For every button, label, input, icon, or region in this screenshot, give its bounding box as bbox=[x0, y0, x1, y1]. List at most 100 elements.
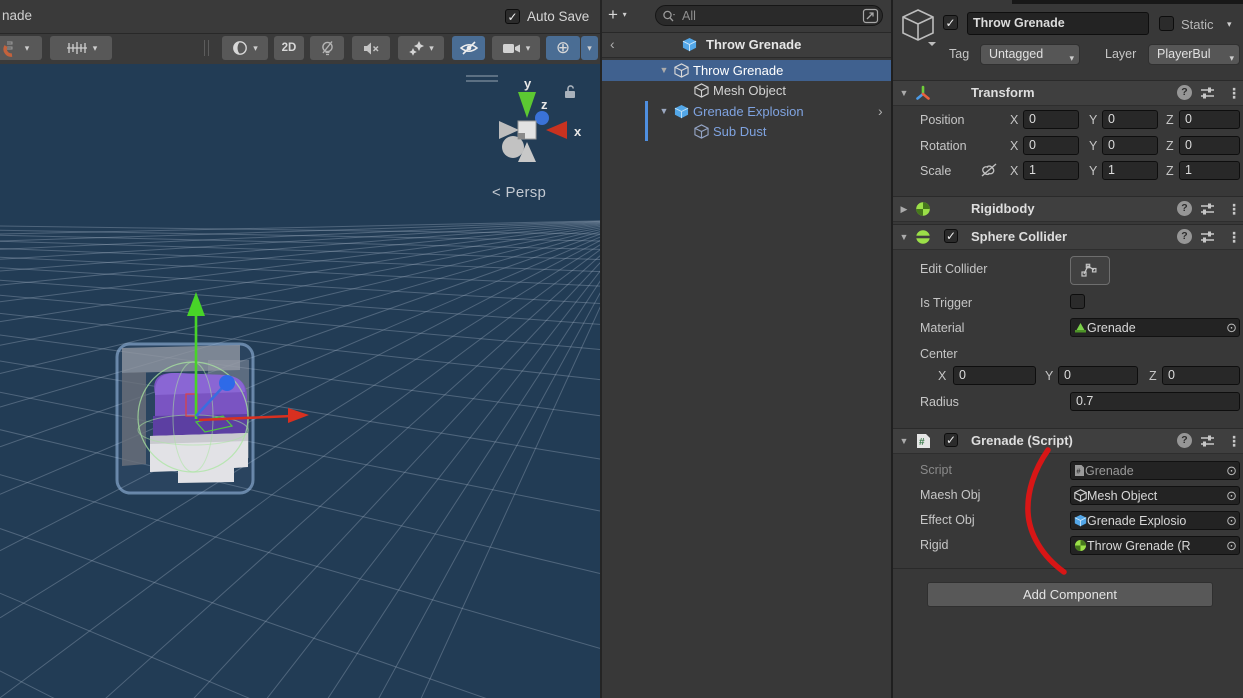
layer-dropdown[interactable]: PlayerBul ▾ bbox=[1148, 44, 1240, 65]
hierarchy-row-sub-dust[interactable]: Sub Dust bbox=[602, 122, 891, 143]
edit-collider-icon bbox=[1081, 262, 1099, 278]
center-y-field[interactable]: 0 bbox=[1058, 366, 1138, 385]
hierarchy-row-throw-grenade[interactable]: ▼ Throw Grenade bbox=[602, 60, 891, 81]
rotation-y-field[interactable]: 0 bbox=[1102, 136, 1158, 155]
axis-z-sphere[interactable] bbox=[535, 111, 549, 125]
edit-collider-button[interactable] bbox=[1070, 256, 1110, 285]
foldout-open-icon[interactable]: ▼ bbox=[898, 436, 910, 446]
audio-toggle-button[interactable] bbox=[352, 36, 390, 60]
rotation-z-field[interactable]: 0 bbox=[1179, 136, 1240, 155]
link-broken-icon[interactable] bbox=[980, 162, 998, 178]
foldout-open-icon[interactable]: ▼ bbox=[898, 88, 910, 98]
material-object-field[interactable]: Grenade ⊙ bbox=[1070, 318, 1240, 337]
scale-y-field[interactable]: 1 bbox=[1102, 161, 1158, 180]
help-icon[interactable]: ? bbox=[1177, 85, 1192, 100]
presets-icon[interactable] bbox=[1200, 434, 1215, 448]
static-dropdown-icon[interactable]: ▾ bbox=[1227, 19, 1232, 30]
center-x-field[interactable]: 0 bbox=[953, 366, 1036, 385]
rigidbody-header[interactable]: ▶ Rigidbody ? ⋮ bbox=[893, 196, 1243, 222]
gizmos-dropdown-button[interactable]: ▾ bbox=[581, 36, 598, 60]
hierarchy-row-grenade-explosion[interactable]: ▼ Grenade Explosion › bbox=[602, 101, 891, 122]
overlay-handle-icon[interactable] bbox=[466, 75, 498, 77]
grid-snapping-button[interactable]: ▾ bbox=[50, 36, 112, 60]
foldout-open-icon[interactable]: ▼ bbox=[658, 65, 670, 75]
radius-field[interactable]: 0.7 bbox=[1070, 392, 1240, 411]
gizmos-toggle-button[interactable]: ⊕ bbox=[546, 36, 580, 60]
2d-toggle-button[interactable]: 2D bbox=[274, 36, 304, 60]
z-axis-label: Z bbox=[1149, 369, 1157, 383]
object-name-field[interactable]: Throw Grenade bbox=[967, 12, 1149, 35]
prefab-back-button[interactable]: ‹ bbox=[610, 36, 615, 52]
maesh-obj-field[interactable]: Mesh Object ⊙ bbox=[1070, 486, 1240, 505]
help-icon[interactable]: ? bbox=[1177, 201, 1192, 216]
help-icon[interactable]: ? bbox=[1177, 433, 1192, 448]
position-x-field[interactable]: 0 bbox=[1023, 110, 1079, 129]
axis-x-cone[interactable] bbox=[546, 121, 567, 139]
kebab-menu-icon[interactable]: ⋮ bbox=[1227, 433, 1241, 450]
hierarchy-item-label[interactable]: Throw Grenade bbox=[693, 63, 783, 78]
static-checkbox[interactable] bbox=[1159, 16, 1174, 31]
presets-icon[interactable] bbox=[1200, 202, 1215, 216]
center-z-field[interactable]: 0 bbox=[1162, 366, 1240, 385]
scale-x-field[interactable]: 1 bbox=[1023, 161, 1079, 180]
open-new-window-icon[interactable] bbox=[862, 8, 879, 24]
hidden-objects-toggle-button[interactable] bbox=[452, 36, 485, 60]
rigid-field[interactable]: Throw Grenade (R ⊙ bbox=[1070, 536, 1240, 555]
hierarchy-item-label[interactable]: Mesh Object bbox=[713, 83, 786, 98]
foldout-closed-icon[interactable]: ▶ bbox=[898, 204, 910, 215]
gameobject-big-cube-icon[interactable] bbox=[901, 8, 937, 46]
component-enabled-checkbox[interactable]: ✓ bbox=[944, 229, 958, 243]
lighting-toggle-button[interactable] bbox=[310, 36, 344, 60]
presets-icon[interactable] bbox=[1200, 230, 1215, 244]
object-picker-icon[interactable]: ⊙ bbox=[1226, 513, 1237, 529]
snap-settings-button[interactable]: ▾ bbox=[0, 36, 42, 60]
hierarchy-item-label[interactable]: Grenade Explosion bbox=[693, 104, 804, 119]
scene-viewport[interactable]: y z x < Persp bbox=[0, 64, 600, 698]
scale-z-field[interactable]: 1 bbox=[1179, 161, 1240, 180]
scene-tab-title[interactable]: nade bbox=[2, 8, 32, 23]
kebab-menu-icon[interactable]: ⋮ bbox=[1227, 85, 1241, 102]
hierarchy-row-mesh-object[interactable]: Mesh Object bbox=[602, 81, 891, 102]
object-picker-icon[interactable]: ⊙ bbox=[1226, 538, 1237, 554]
kebab-menu-icon[interactable]: ⋮ bbox=[1227, 229, 1241, 246]
prefab-cube-icon bbox=[674, 104, 689, 119]
add-component-button[interactable]: Add Component bbox=[927, 582, 1213, 607]
position-z-field[interactable]: 0 bbox=[1179, 110, 1240, 129]
effect-obj-field[interactable]: Grenade Explosio ⊙ bbox=[1070, 511, 1240, 530]
auto-save-checkbox[interactable]: ✓ bbox=[505, 9, 520, 24]
component-enabled-checkbox[interactable]: ✓ bbox=[944, 433, 958, 447]
shading-mode-button[interactable]: ▾ bbox=[222, 36, 268, 60]
add-object-button[interactable]: + ▾ bbox=[608, 5, 627, 25]
object-picker-icon[interactable]: ⊙ bbox=[1226, 320, 1237, 336]
hierarchy-search-field[interactable]: All bbox=[655, 5, 883, 26]
effects-visibility-button[interactable]: ▾ bbox=[398, 36, 444, 60]
active-checkbox[interactable]: ✓ bbox=[943, 15, 958, 30]
projection-mode-label[interactable]: < Persp bbox=[492, 184, 546, 202]
axis-negative-x-cone[interactable] bbox=[499, 121, 519, 139]
foldout-open-icon[interactable]: ▼ bbox=[658, 106, 670, 116]
transform-header[interactable]: ▼ Transform ? ⋮ bbox=[893, 80, 1243, 106]
is-trigger-checkbox[interactable] bbox=[1070, 294, 1085, 309]
rotation-x-field[interactable]: 0 bbox=[1023, 136, 1079, 155]
tag-dropdown[interactable]: Untagged ▾ bbox=[980, 44, 1080, 65]
dropdown-arrow-icon: ▾ bbox=[587, 43, 592, 54]
kebab-menu-icon[interactable]: ⋮ bbox=[1227, 201, 1241, 218]
grenade-script-header[interactable]: ▼ # ✓ Grenade (Script) ? ⋮ bbox=[893, 428, 1243, 454]
object-picker-icon[interactable]: ⊙ bbox=[1226, 488, 1237, 504]
position-y-field[interactable]: 0 bbox=[1102, 110, 1158, 129]
sphere-collider-header[interactable]: ▼ ✓ Sphere Collider ? ⋮ bbox=[893, 224, 1243, 250]
script-object-field[interactable]: # Grenade ⊙ bbox=[1070, 461, 1240, 480]
object-picker-icon[interactable]: ⊙ bbox=[1226, 463, 1237, 479]
prefab-header-label[interactable]: Throw Grenade bbox=[706, 37, 801, 52]
show-children-chevron-icon[interactable]: › bbox=[878, 103, 883, 119]
lock-open-icon[interactable] bbox=[563, 84, 577, 99]
foldout-open-icon[interactable]: ▼ bbox=[898, 232, 910, 242]
dropdown-arrow-icon: ▾ bbox=[526, 43, 531, 54]
shaded-sphere-icon bbox=[232, 40, 248, 56]
presets-icon[interactable] bbox=[1200, 86, 1215, 100]
help-icon[interactable]: ? bbox=[1177, 229, 1192, 244]
axis-y-cone[interactable] bbox=[518, 92, 536, 118]
y-axis-label: Y bbox=[1089, 164, 1097, 178]
scene-camera-button[interactable]: ▾ bbox=[492, 36, 540, 60]
hierarchy-item-label[interactable]: Sub Dust bbox=[713, 124, 766, 139]
